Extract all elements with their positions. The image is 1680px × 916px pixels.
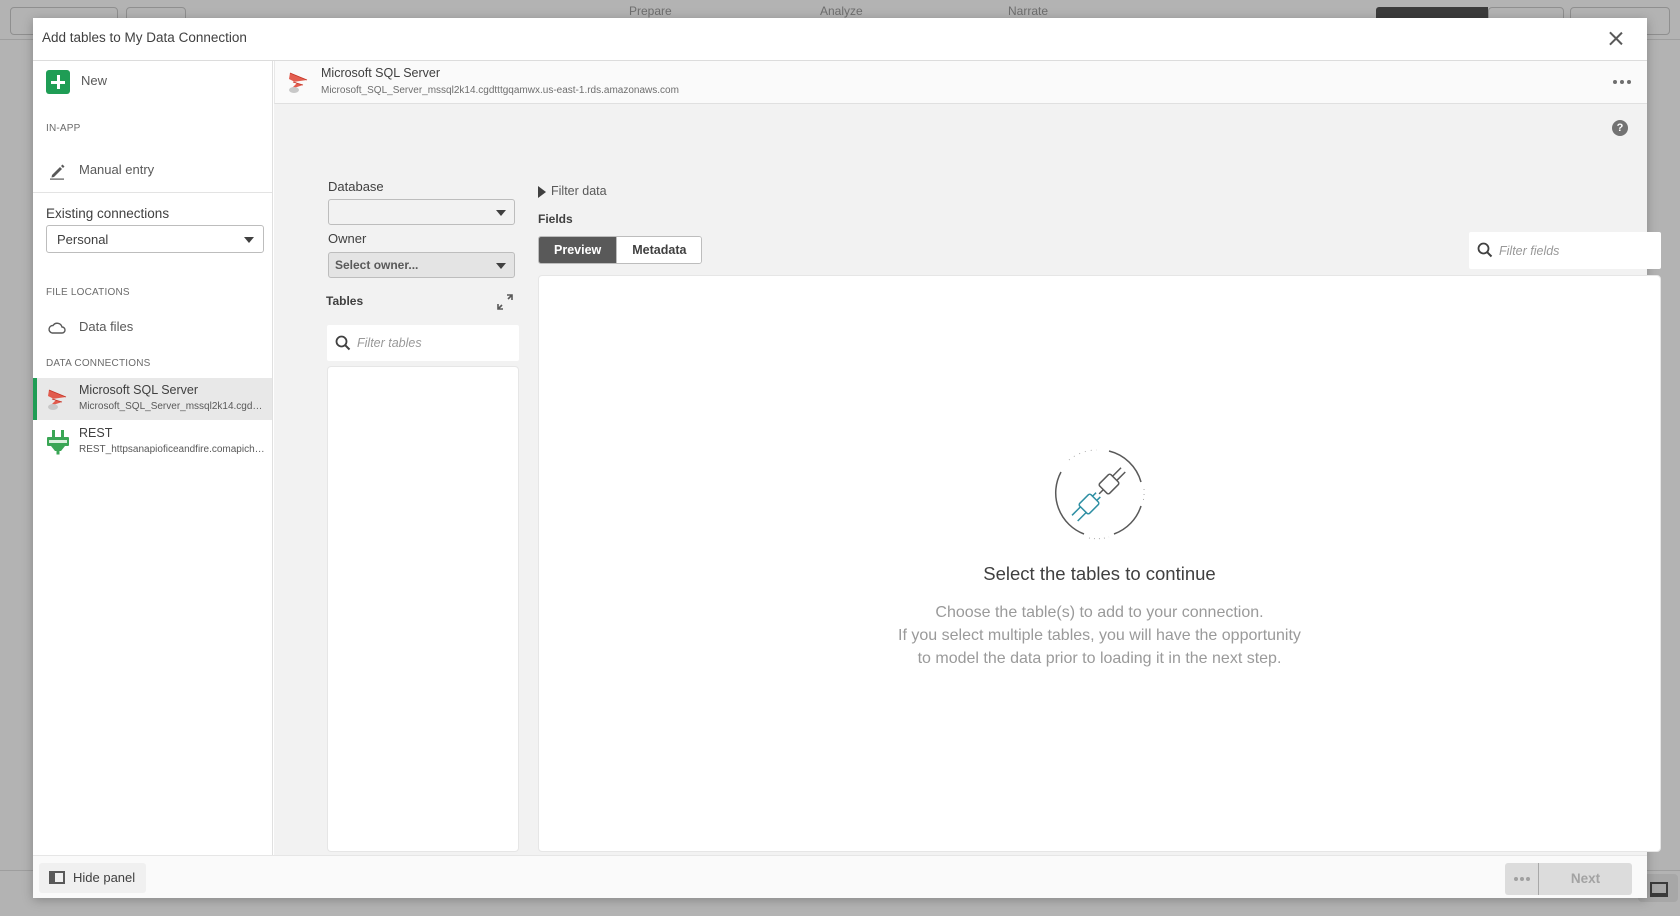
existing-connections-heading: Existing connections (46, 206, 170, 221)
search-icon (1477, 242, 1493, 258)
fields-preview-panel: Select the tables to continue Choose the… (538, 275, 1661, 852)
search-icon (335, 335, 351, 351)
owner-select-value: Select owner... (335, 258, 419, 272)
tables-label: Tables (326, 294, 364, 308)
fields-label: Fields (538, 212, 573, 226)
section-label-data-connections: DATA CONNECTIONS (46, 358, 151, 369)
chevron-down-icon (496, 263, 506, 269)
sidebar-connection-rest[interactable]: REST REST_httpsanapioficeandfire.comapic… (33, 421, 272, 463)
connection-title: REST (79, 426, 113, 440)
pencil-icon (50, 164, 65, 180)
filter-fields-box (1469, 232, 1661, 269)
expand-icon[interactable] (496, 293, 514, 311)
database-select[interactable] (328, 199, 515, 225)
database-label: Database (328, 179, 384, 194)
new-connection-button[interactable]: New (33, 61, 272, 103)
hide-panel-label: Hide panel (73, 870, 136, 885)
empty-state-title: Select the tables to continue (983, 563, 1216, 584)
next-button-group: Next (1505, 863, 1632, 895)
more-options-button[interactable] (1505, 863, 1539, 895)
connection-header: Microsoft SQL Server Microsoft_SQL_Serve… (274, 61, 1647, 104)
manual-entry-label: Manual entry (79, 162, 155, 177)
sidebar-connection-mssql[interactable]: Microsoft SQL Server Microsoft_SQL_Serve… (33, 378, 272, 420)
connection-title: Microsoft SQL Server (79, 383, 199, 397)
filter-fields-input[interactable] (1499, 232, 1654, 269)
owner-label: Owner (328, 231, 367, 246)
section-label-in-app: IN-APP (46, 123, 81, 134)
panel-icon (49, 871, 65, 884)
sidebar-item-manual-entry[interactable]: Manual entry (33, 154, 272, 188)
owner-select[interactable]: Select owner... (328, 252, 515, 278)
close-icon[interactable] (1605, 28, 1627, 50)
fields-view-tabs: Preview Metadata (538, 236, 703, 264)
chevron-down-icon (244, 237, 254, 243)
dialog-title: Add tables to My Data Connection (42, 30, 247, 45)
connection-header-title: Microsoft SQL Server (321, 66, 441, 80)
source-sidebar: New IN-APP Manual entry Existing connect… (33, 61, 273, 855)
filter-tables-input[interactable] (357, 325, 512, 361)
empty-state-line: to model the data prior to loading it in… (917, 650, 1282, 667)
filter-data-label: Filter data (551, 184, 607, 198)
data-files-label: Data files (79, 319, 134, 334)
table-selection-main: Microsoft SQL Server Microsoft_SQL_Serve… (274, 61, 1661, 855)
section-label-file-locations: FILE LOCATIONS (46, 287, 130, 298)
chevron-down-icon (496, 210, 506, 216)
plus-icon (46, 70, 70, 94)
add-tables-dialog: Add tables to My Data Connection New IN-… (33, 18, 1661, 898)
empty-state-body: Choose the table(s) to add to your conne… (539, 601, 1660, 670)
background-tab-analyze: Analyze (820, 4, 863, 18)
hide-panel-button[interactable]: Hide panel (39, 863, 146, 893)
sql-server-icon (48, 389, 67, 410)
more-horizontal-icon[interactable] (1611, 75, 1633, 89)
unplugged-icon (1054, 449, 1145, 540)
empty-state-line: If you select multiple tables, you will … (898, 627, 1301, 644)
new-connection-label: New (81, 73, 108, 88)
sidebar-item-data-files[interactable]: Data files (33, 311, 272, 345)
tab-metadata[interactable]: Metadata (616, 237, 702, 263)
cloud-icon (48, 322, 66, 334)
empty-state-line: Choose the table(s) to add to your conne… (935, 604, 1264, 621)
dialog-header: Add tables to My Data Connection (33, 18, 1647, 61)
sidebar-divider (33, 192, 272, 193)
space-select[interactable]: Personal (46, 225, 264, 253)
tables-list (327, 366, 519, 852)
help-icon[interactable]: ? (1612, 120, 1628, 136)
background-tab-narrate: Narrate (1008, 4, 1049, 18)
rest-plug-icon (47, 430, 69, 455)
tab-preview[interactable]: Preview (539, 237, 617, 263)
connection-subtitle: REST_httpsanapioficeandfire.comapicharac… (79, 444, 265, 455)
caret-right-icon (538, 186, 546, 198)
connection-header-subtitle: Microsoft_SQL_Server_mssql2k14.cgdtttgqa… (321, 85, 679, 96)
connection-subtitle: Microsoft_SQL_Server_mssql2k14.cgdtttgqa… (79, 401, 265, 412)
filter-tables-box (327, 325, 519, 361)
background-tab-prepare: Prepare (629, 4, 672, 18)
dialog-footer: Hide panel Next (33, 855, 1647, 898)
space-select-value: Personal (57, 232, 109, 247)
sql-server-icon (289, 72, 308, 93)
next-button[interactable]: Next (1539, 863, 1632, 895)
